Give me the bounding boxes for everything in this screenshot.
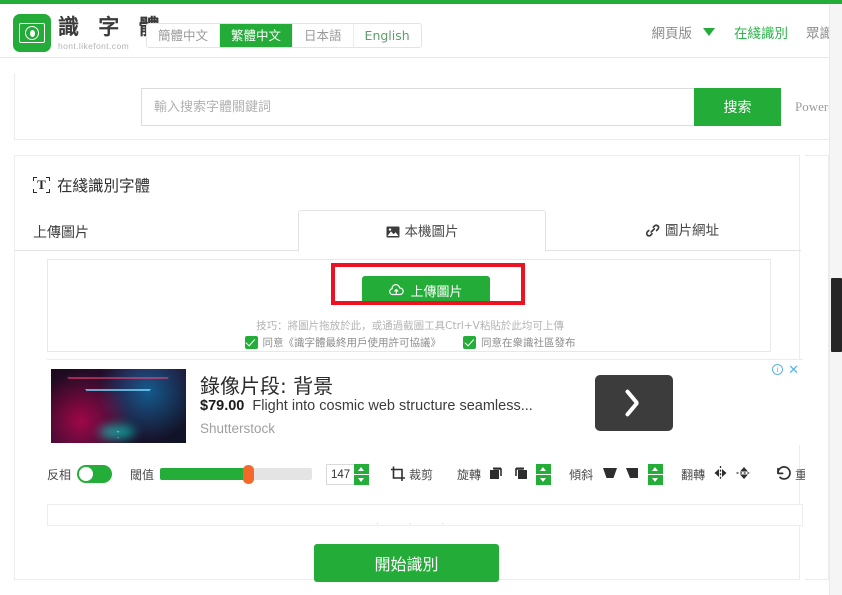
- agreements-row: 同意《識字體最終用戶使用許可協議》 同意在衆識社區發布: [48, 335, 772, 350]
- undo-icon[interactable]: [775, 465, 793, 483]
- threshold-slider[interactable]: [160, 465, 313, 484]
- upload-tip-text: 技巧：將圖片拖放於此，或通過截圖工具Ctrl+V粘貼於此均可上傳: [256, 320, 564, 332]
- tab-local-image[interactable]: 本機圖片: [298, 210, 546, 252]
- search-button[interactable]: 搜索: [694, 88, 781, 126]
- ad-price: $79.00: [200, 398, 245, 414]
- image-edit-toolbar: 反相 閾值 147 裁剪 旋轉 傾斜 翻轉: [47, 454, 819, 494]
- ad-title[interactable]: 錄像片段: 背景: [200, 370, 333, 399]
- upload-image-button[interactable]: 上傳圖片: [362, 276, 490, 304]
- advertisement: 錄像片段: 背景 $79.00 Flight into cosmic web st…: [47, 359, 803, 445]
- rotate-left-icon[interactable]: [489, 465, 507, 483]
- skew-right-icon[interactable]: [623, 465, 641, 483]
- threshold-label: 閾值: [130, 467, 155, 482]
- ad-description: $79.00 Flight into cosmic web structure s…: [200, 398, 533, 414]
- preview-placeholder: ···: [376, 519, 474, 528]
- search-band: 搜索 Powered b: [14, 73, 842, 140]
- text-recognition-icon: T: [33, 177, 50, 193]
- site-logo[interactable]: 識 字 體 hont.likefont.com: [13, 14, 166, 52]
- ad-description-text: Flight into cosmic web structure seamles…: [252, 398, 533, 414]
- site-header: 識 字 體 hont.likefont.com 簡體中文 繁體中文 日本語 En…: [0, 4, 842, 58]
- page-title-label: 在綫識別字體: [57, 177, 151, 195]
- ad-next-button[interactable]: [595, 375, 673, 431]
- page-title: T 在綫識別字體: [33, 174, 150, 196]
- lang-option-traditional[interactable]: 繁體中文: [220, 24, 294, 47]
- ad-close-icon[interactable]: ✕: [788, 363, 799, 376]
- agreement-community-publish-label: 同意在衆識社區發布: [481, 337, 576, 349]
- crop-label[interactable]: 裁剪: [409, 466, 433, 483]
- nav-item-web-version[interactable]: 網頁版: [643, 22, 702, 42]
- image-dropzone[interactable]: 上傳圖片 技巧：將圖片拖放於此，或通過截圖工具Ctrl+V粘貼於此均可上傳 同意…: [47, 259, 771, 352]
- flip-vertical-icon[interactable]: [735, 465, 753, 483]
- agreement-eula[interactable]: 同意《識字體最終用戶使用許可協議》: [244, 335, 442, 350]
- upload-tabs: 上傳圖片 本機圖片 圖片網址: [15, 210, 801, 252]
- crop-icon[interactable]: [389, 465, 407, 483]
- invert-toggle[interactable]: [77, 465, 113, 483]
- language-switcher[interactable]: 簡體中文 繁體中文 日本語 English: [146, 23, 422, 48]
- threshold-slider-handle[interactable]: [243, 465, 255, 484]
- lang-option-japanese[interactable]: 日本語: [293, 24, 354, 47]
- threshold-value-input[interactable]: 147: [326, 463, 355, 485]
- image-preview-strip: ···: [47, 504, 803, 528]
- ad-brand: Shutterstock: [200, 421, 276, 436]
- flip-label: 翻轉: [681, 467, 706, 482]
- header-nav: 網頁版 在綫識別 眾識: [643, 22, 842, 42]
- page-scrollbar-thumb[interactable]: [831, 278, 842, 352]
- chevron-down-icon[interactable]: [703, 28, 715, 36]
- recognition-card: T 在綫識別字體 上傳圖片 本機圖片 圖片網址 上傳圖片 技巧：將圖片拖放於此，…: [14, 155, 819, 582]
- search-row: 搜索 Powered b: [141, 88, 842, 126]
- nav-item-online-recognition[interactable]: 在綫識別: [725, 22, 797, 42]
- lang-option-english[interactable]: English: [354, 24, 421, 47]
- cloud-upload-icon: [389, 284, 405, 296]
- page-scrollbar[interactable]: [829, 4, 842, 595]
- tab-local-image-label: 本機圖片: [404, 224, 459, 240]
- tab-image-url-label: 圖片網址: [665, 223, 719, 239]
- rotate-stepper[interactable]: [536, 463, 552, 485]
- threshold-stepper[interactable]: [354, 463, 370, 485]
- rotate-label: 旋轉: [457, 467, 482, 482]
- adchoices-info-icon[interactable]: i: [772, 364, 784, 375]
- skew-label: 傾斜: [569, 467, 594, 482]
- lang-option-simplified[interactable]: 簡體中文: [147, 24, 221, 47]
- skew-stepper[interactable]: [648, 463, 664, 485]
- checkbox-community-publish[interactable]: [463, 336, 476, 349]
- image-icon: [386, 226, 399, 238]
- card-right-gutter: [805, 155, 829, 580]
- logo-eye-icon: [13, 14, 51, 52]
- skew-left-icon[interactable]: [601, 465, 619, 483]
- upload-section-label: 上傳圖片: [33, 225, 89, 241]
- link-icon: [645, 224, 660, 237]
- tab-image-url[interactable]: 圖片網址: [575, 211, 790, 251]
- invert-label: 反相: [47, 467, 72, 482]
- start-recognition-button[interactable]: 開始識別: [314, 544, 499, 582]
- agreement-eula-label: 同意《識字體最終用戶使用許可協議》: [262, 337, 442, 349]
- rotate-right-icon[interactable]: [511, 465, 529, 483]
- agreement-community-publish[interactable]: 同意在衆識社區發布: [463, 335, 576, 350]
- ad-controls: i ✕: [772, 363, 799, 376]
- ad-thumbnail[interactable]: [51, 369, 186, 443]
- checkbox-eula[interactable]: [244, 336, 258, 349]
- flip-horizontal-icon[interactable]: [713, 465, 731, 483]
- upload-image-button-label: 上傳圖片: [410, 284, 463, 300]
- search-input[interactable]: [141, 88, 694, 126]
